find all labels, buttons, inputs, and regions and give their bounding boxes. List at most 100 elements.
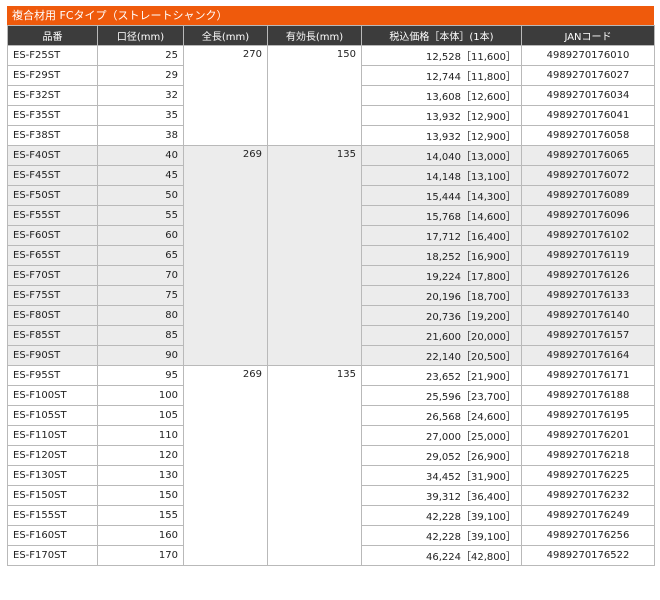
cell-model: ES-F85ST (7, 325, 98, 346)
cell-model: ES-F65ST (7, 245, 98, 266)
cell-jan-code: 4989270176201 (521, 425, 655, 446)
cell-price: 15,444［14,300］ (361, 185, 522, 206)
cell-diameter: 32 (97, 85, 184, 106)
cell-model: ES-F155ST (7, 505, 98, 526)
cell-effective-length: 135 (267, 145, 362, 366)
cell-diameter: 55 (97, 205, 184, 226)
cell-model: ES-F120ST (7, 445, 98, 466)
cell-diameter: 150 (97, 485, 184, 506)
cell-jan-code: 4989270176140 (521, 305, 655, 326)
cell-jan-code: 4989270176102 (521, 225, 655, 246)
cell-diameter: 160 (97, 525, 184, 546)
table-caption: 複合材用 FCタイプ（ストレートシャンク） (7, 6, 654, 25)
cell-jan-code: 4989270176164 (521, 345, 655, 366)
cell-total-length: 269 (183, 145, 268, 366)
cell-diameter: 95 (97, 365, 184, 386)
cell-jan-code: 4989270176256 (521, 525, 655, 546)
cell-jan-code: 4989270176072 (521, 165, 655, 186)
cell-price: 42,228［39,100］ (361, 525, 522, 546)
cell-model: ES-F75ST (7, 285, 98, 306)
cell-jan-code: 4989270176218 (521, 445, 655, 466)
product-spec-table-container: 複合材用 FCタイプ（ストレートシャンク） 品番 口径(mm) 全長(mm) 有… (7, 6, 655, 566)
cell-price: 22,140［20,500］ (361, 345, 522, 366)
cell-price: 21,600［20,000］ (361, 325, 522, 346)
cell-diameter: 40 (97, 145, 184, 166)
cell-effective-length: 150 (267, 45, 362, 146)
cell-jan-code: 4989270176089 (521, 185, 655, 206)
cell-model: ES-F38ST (7, 125, 98, 146)
cell-total-length: 269 (183, 365, 268, 566)
cell-diameter: 75 (97, 285, 184, 306)
cell-diameter: 110 (97, 425, 184, 446)
cell-jan-code: 4989270176010 (521, 45, 655, 66)
cell-price: 46,224［42,800］ (361, 545, 522, 566)
cell-diameter: 105 (97, 405, 184, 426)
cell-price: 34,452［31,900］ (361, 465, 522, 486)
header-price: 税込価格［本体］(1本) (361, 25, 522, 46)
cell-diameter: 120 (97, 445, 184, 466)
cell-diameter: 35 (97, 105, 184, 126)
cell-model: ES-F170ST (7, 545, 98, 566)
cell-diameter: 100 (97, 385, 184, 406)
cell-price: 42,228［39,100］ (361, 505, 522, 526)
cell-price: 14,148［13,100］ (361, 165, 522, 186)
cell-price: 13,608［12,600］ (361, 85, 522, 106)
cell-diameter: 170 (97, 545, 184, 566)
cell-jan-code: 4989270176133 (521, 285, 655, 306)
cell-price: 29,052［26,900］ (361, 445, 522, 466)
cell-jan-code: 4989270176034 (521, 85, 655, 106)
table-header: 品番 口径(mm) 全長(mm) 有効長(mm) 税込価格［本体］(1本) JA… (7, 25, 655, 46)
header-diameter: 口径(mm) (97, 25, 184, 46)
cell-diameter: 130 (97, 465, 184, 486)
cell-diameter: 60 (97, 225, 184, 246)
cell-price: 39,312［36,400］ (361, 485, 522, 506)
cell-price: 15,768［14,600］ (361, 205, 522, 226)
cell-jan-code: 4989270176119 (521, 245, 655, 266)
header-effective-length: 有効長(mm) (267, 25, 362, 46)
cell-model: ES-F25ST (7, 45, 98, 66)
cell-model: ES-F70ST (7, 265, 98, 286)
cell-jan-code: 4989270176522 (521, 545, 655, 566)
cell-model: ES-F105ST (7, 405, 98, 426)
cell-jan-code: 4989270176027 (521, 65, 655, 86)
cell-model: ES-F50ST (7, 185, 98, 206)
cell-model: ES-F160ST (7, 525, 98, 546)
cell-diameter: 45 (97, 165, 184, 186)
cell-model: ES-F55ST (7, 205, 98, 226)
header-row: 品番 口径(mm) 全長(mm) 有効長(mm) 税込価格［本体］(1本) JA… (7, 25, 655, 46)
cell-model: ES-F110ST (7, 425, 98, 446)
cell-jan-code: 4989270176096 (521, 205, 655, 226)
cell-diameter: 85 (97, 325, 184, 346)
cell-total-length: 270 (183, 45, 268, 146)
cell-model: ES-F32ST (7, 85, 98, 106)
cell-diameter: 38 (97, 125, 184, 146)
cell-diameter: 90 (97, 345, 184, 366)
cell-jan-code: 4989270176041 (521, 105, 655, 126)
cell-model: ES-F40ST (7, 145, 98, 166)
cell-price: 12,744［11,800］ (361, 65, 522, 86)
cell-model: ES-F90ST (7, 345, 98, 366)
table-row: ES-F40ST 40 269 135 14,040［13,000］ 4989270176… (7, 145, 655, 366)
cell-model: ES-F35ST (7, 105, 98, 126)
cell-model: ES-F130ST (7, 465, 98, 486)
cell-jan-code: 4989270176157 (521, 325, 655, 346)
cell-price: 26,568［24,600］ (361, 405, 522, 426)
cell-jan-code: 4989270176188 (521, 385, 655, 406)
cell-model: ES-F45ST (7, 165, 98, 186)
cell-price: 13,932［12,900］ (361, 105, 522, 126)
cell-diameter: 80 (97, 305, 184, 326)
cell-jan-code: 4989270176225 (521, 465, 655, 486)
cell-model: ES-F29ST (7, 65, 98, 86)
table-row: ES-F95ST 95 269 135 23,652［21,900］ 4989270176… (7, 365, 655, 566)
cell-jan-code: 4989270176171 (521, 365, 655, 386)
cell-price: 19,224［17,800］ (361, 265, 522, 286)
cell-price: 12,528［11,600］ (361, 45, 522, 66)
cell-diameter: 155 (97, 505, 184, 526)
cell-price: 17,712［16,400］ (361, 225, 522, 246)
cell-model: ES-F95ST (7, 365, 98, 386)
cell-jan-code: 4989270176126 (521, 265, 655, 286)
header-total-length: 全長(mm) (183, 25, 268, 46)
table-body: ES-F25ST 25 270 150 12,528［11,600］ 4989270176… (7, 45, 655, 566)
cell-diameter: 70 (97, 265, 184, 286)
cell-model: ES-F80ST (7, 305, 98, 326)
